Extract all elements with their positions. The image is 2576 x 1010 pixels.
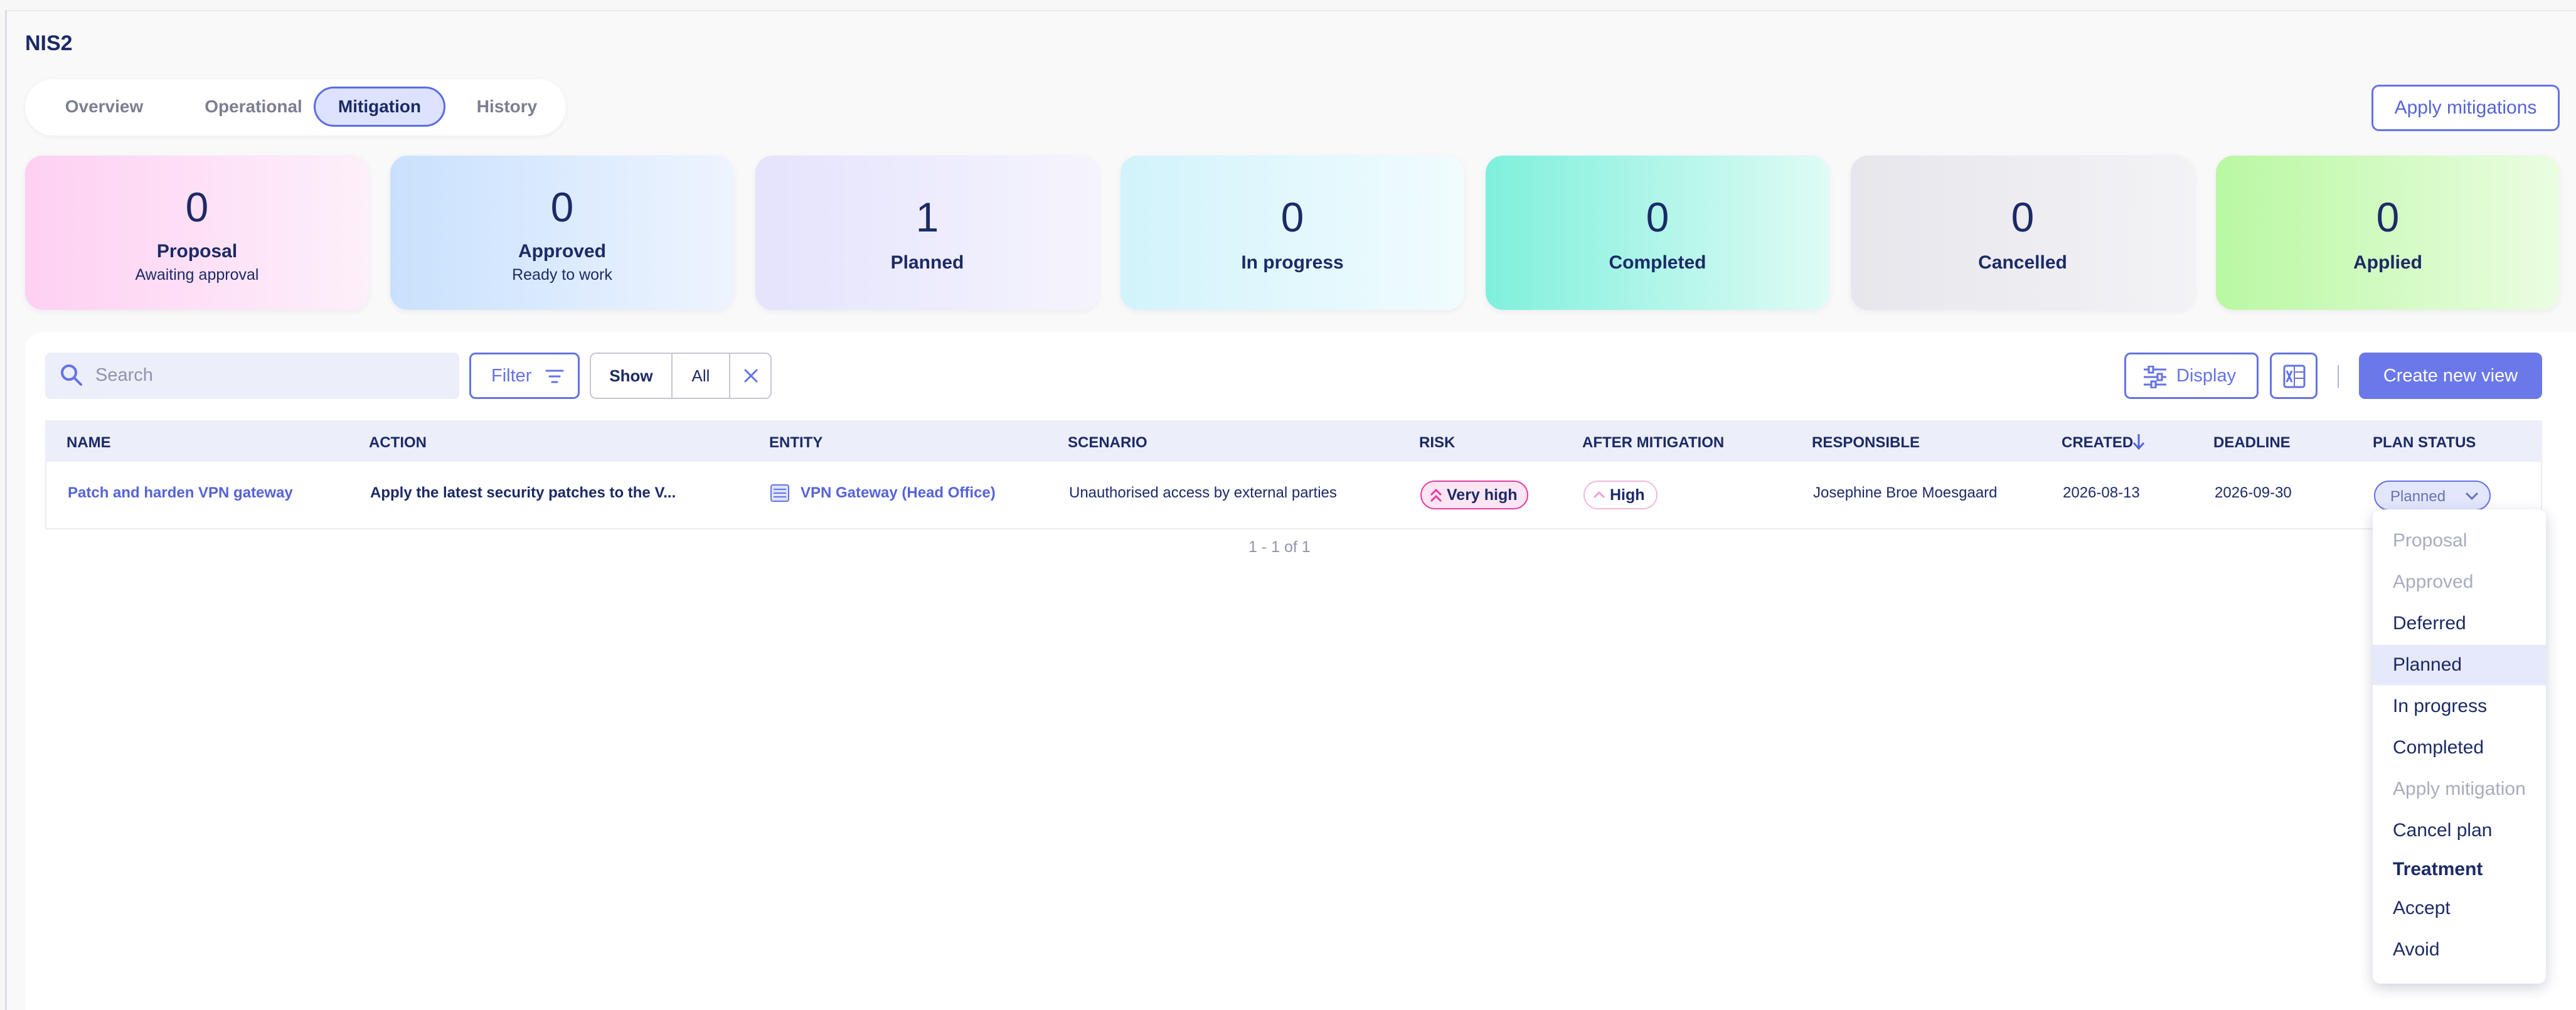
card-cancelled[interactable]: 0 Cancelled: [1851, 156, 2195, 310]
card-label: Proposal: [156, 241, 238, 262]
cell-scenario: Unauthorised access by external parties: [1069, 484, 1337, 501]
card-count: 0: [2011, 194, 2035, 240]
menu-item-apply-mitigation: Apply mitigation: [2393, 779, 2526, 799]
table-row[interactable]: Patch and harden VPN gateway Apply the l…: [45, 462, 2542, 529]
server-icon: [770, 484, 789, 502]
double-chevron-up-icon: [1430, 488, 1442, 502]
search-placeholder: Search: [95, 365, 153, 385]
card-approved[interactable]: 0 Approved Ready to work: [390, 156, 734, 310]
tab-bar: Overview Operational Mitigation History: [25, 79, 566, 136]
card-sublabel: Ready to work: [512, 266, 612, 284]
card-label: Completed: [1609, 252, 1706, 273]
card-count: 0: [2376, 194, 2400, 240]
card-label: Applied: [2353, 252, 2422, 273]
tab-overview[interactable]: Overview: [43, 87, 166, 127]
cell-deadline: 2026-09-30: [2215, 484, 2292, 501]
toolbar-divider: [2338, 365, 2339, 388]
chevron-down-icon: [2465, 492, 2479, 501]
show-filter-group: Show All: [590, 353, 772, 399]
tab-history[interactable]: History: [457, 87, 557, 127]
card-count: 0: [550, 184, 574, 230]
menu-item-approved: Approved: [2393, 571, 2474, 592]
plan-status-menu: Proposal Approved Deferred Planned In pr…: [2373, 509, 2546, 984]
card-count: 0: [1280, 194, 1304, 240]
menu-item-planned[interactable]: Planned: [2373, 645, 2546, 685]
column-header-plan-status[interactable]: PLAN STATUS: [2373, 434, 2476, 452]
card-count: 0: [1646, 194, 1669, 240]
tab-operational[interactable]: Operational: [178, 87, 329, 127]
sort-desc-icon[interactable]: [2132, 433, 2146, 450]
cell-responsible: Josephine Broe Moesgaard: [1813, 484, 1998, 501]
risk-label: Very high: [1447, 486, 1518, 504]
card-label: In progress: [1241, 252, 1344, 273]
close-icon: [744, 369, 758, 383]
filter-label: Filter: [491, 366, 532, 386]
menu-item-accept[interactable]: Accept: [2373, 888, 2546, 928]
after-mitigation-label: High: [1610, 486, 1645, 504]
clear-filter-button[interactable]: [730, 354, 772, 398]
menu-item-deferred[interactable]: Deferred: [2373, 603, 2546, 644]
sliders-icon: [2144, 366, 2166, 388]
cell-created: 2026-08-13: [2063, 484, 2140, 501]
search-icon: [61, 364, 82, 386]
show-value-select[interactable]: All: [673, 354, 730, 398]
column-header-action[interactable]: ACTION: [369, 434, 427, 452]
chevron-up-icon: [1593, 491, 1605, 499]
show-label: Show: [591, 354, 673, 398]
column-header-risk[interactable]: RISK: [1419, 434, 1455, 452]
cell-name[interactable]: Patch and harden VPN gateway: [68, 484, 293, 502]
card-proposal[interactable]: 0 Proposal Awaiting approval: [25, 156, 369, 310]
card-label: Cancelled: [1978, 252, 2067, 273]
excel-icon: [2283, 364, 2306, 388]
column-header-entity[interactable]: ENTITY: [769, 434, 822, 452]
page-title: NIS2: [25, 31, 73, 55]
card-count: 1: [915, 194, 939, 240]
export-excel-button[interactable]: [2270, 353, 2318, 399]
card-planned[interactable]: 1 Planned: [755, 156, 1099, 310]
pagination-summary: 1 - 1 of 1: [1248, 538, 1311, 556]
table-header: NAME ACTION ENTITY SCENARIO RISK AFTER M…: [45, 420, 2542, 462]
column-header-name[interactable]: NAME: [67, 434, 111, 452]
card-label: Planned: [890, 252, 964, 273]
card-applied[interactable]: 0 Applied: [2216, 156, 2560, 310]
column-header-responsible[interactable]: RESPONSIBLE: [1812, 434, 1920, 452]
risk-badge: Very high: [1420, 481, 1528, 509]
filter-button[interactable]: Filter: [469, 353, 580, 399]
display-button[interactable]: Display: [2124, 353, 2259, 399]
column-header-created[interactable]: CREATED: [2062, 434, 2133, 452]
menu-item-in-progress[interactable]: In progress: [2373, 686, 2546, 726]
column-header-after-mitigation[interactable]: AFTER MITIGATION: [1582, 434, 1724, 452]
menu-item-proposal: Proposal: [2393, 530, 2467, 551]
menu-item-avoid[interactable]: Avoid: [2373, 930, 2546, 970]
menu-item-completed[interactable]: Completed: [2373, 728, 2546, 768]
card-count: 0: [185, 184, 209, 230]
filter-icon: [545, 369, 564, 383]
column-header-scenario[interactable]: SCENARIO: [1068, 434, 1147, 452]
card-label: Approved: [518, 241, 606, 262]
card-in-progress[interactable]: 0 In progress: [1120, 156, 1464, 310]
after-mitigation-badge: High: [1583, 481, 1658, 509]
menu-section-treatment: Treatment: [2393, 859, 2483, 880]
plan-status-dropdown[interactable]: Planned: [2374, 481, 2491, 511]
cell-action: Apply the latest security patches to the…: [370, 484, 676, 501]
column-header-deadline[interactable]: DEADLINE: [2213, 434, 2291, 452]
cell-entity[interactable]: VPN Gateway (Head Office): [801, 484, 996, 502]
search-input[interactable]: Search: [45, 353, 459, 399]
apply-mitigations-button[interactable]: Apply mitigations: [2371, 85, 2560, 131]
display-label: Display: [2176, 366, 2237, 386]
card-sublabel: Awaiting approval: [135, 266, 259, 284]
tab-mitigation[interactable]: Mitigation: [314, 87, 445, 127]
create-new-view-button[interactable]: Create new view: [2359, 353, 2542, 399]
plan-status-value: Planned: [2390, 488, 2446, 505]
card-completed[interactable]: 0 Completed: [1486, 156, 1829, 310]
menu-item-cancel-plan[interactable]: Cancel plan: [2373, 811, 2546, 851]
